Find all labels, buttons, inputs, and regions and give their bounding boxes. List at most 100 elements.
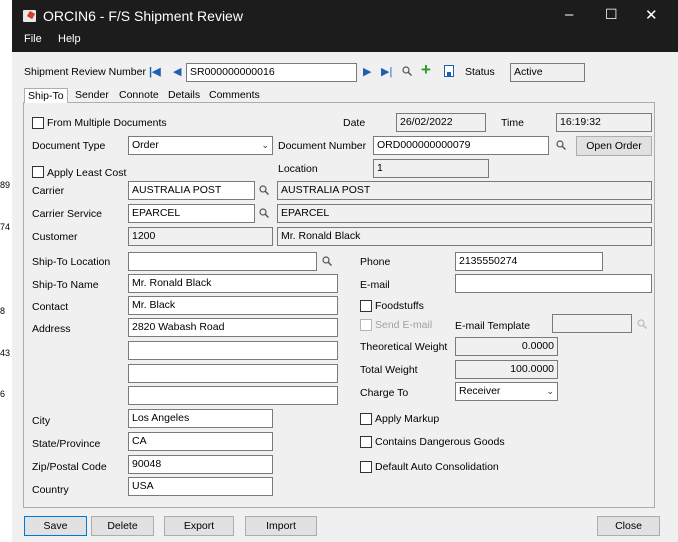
theoretical-weight-label: Theoretical Weight (360, 341, 448, 353)
save-record-icon[interactable] (444, 65, 454, 77)
email-label: E-mail (360, 279, 390, 291)
contact-label: Contact (32, 301, 69, 313)
email-template-label: E-mail Template (455, 320, 531, 332)
email-template-field (552, 314, 632, 333)
charge-to-value: Receiver (459, 385, 501, 397)
apply-least-cost-checkbox[interactable] (32, 166, 44, 178)
location-label: Location (278, 163, 318, 175)
date-field: 26/02/2022 (396, 113, 486, 132)
document-type-value: Order (132, 139, 159, 151)
margin-label: 74 (0, 222, 11, 232)
chevron-down-icon: ⌄ (546, 386, 554, 396)
document-number-input[interactable]: ORD000000000079 (373, 136, 549, 155)
close-window-button[interactable]: ✕ (645, 6, 658, 24)
time-label: Time (501, 117, 524, 129)
open-order-button[interactable]: Open Order (576, 136, 652, 156)
export-button[interactable]: Export (164, 516, 234, 536)
apply-markup-checkbox[interactable] (360, 413, 372, 425)
auto-consolidation-label: Default Auto Consolidation (375, 461, 499, 473)
foodstuffs-label: Foodstuffs (375, 300, 424, 312)
country-input[interactable]: USA (128, 477, 273, 496)
apply-markup-label: Apply Markup (375, 413, 440, 425)
state-province-label: State/Province (32, 438, 101, 450)
carrier-service-description: EPARCEL (277, 204, 652, 223)
margin-label: 43 (0, 348, 11, 358)
address-line-4-input[interactable] (128, 386, 338, 405)
address-line-1-input[interactable]: 2820 Wabash Road (128, 318, 338, 337)
ship-to-name-label: Ship-To Name (32, 279, 99, 291)
carrier-search-icon[interactable] (259, 185, 269, 195)
ship-to-name-input[interactable]: Mr. Ronald Black (128, 274, 338, 293)
margin-label: 89 (0, 180, 11, 190)
dangerous-goods-checkbox[interactable] (360, 436, 372, 448)
tab-sender[interactable]: Sender (72, 88, 112, 103)
last-record-icon[interactable]: ▶| (381, 65, 392, 78)
status-field: Active (510, 63, 585, 82)
shipment-review-number-label: Shipment Review Number (24, 66, 146, 78)
margin-label: 6 (0, 389, 6, 399)
margin-label: 8 (0, 306, 6, 316)
document-type-select[interactable]: Order ⌄ (128, 136, 273, 155)
foodstuffs-checkbox[interactable] (360, 300, 372, 312)
city-label: City (32, 415, 51, 427)
phone-label: Phone (360, 256, 391, 268)
theoretical-weight-field: 0.0000 (455, 337, 558, 356)
tab-comments[interactable]: Comments (206, 88, 263, 103)
customer-field: 1200 (128, 227, 273, 246)
phone-input[interactable]: 2135550274 (455, 252, 603, 271)
previous-record-icon[interactable]: ◀ (173, 65, 181, 78)
email-template-search-icon (637, 319, 647, 329)
address-line-3-input[interactable] (128, 364, 338, 383)
address-label: Address (32, 323, 71, 335)
time-field: 16:19:32 (556, 113, 652, 132)
zip-postal-code-input[interactable]: 90048 (128, 455, 273, 474)
app-icon (23, 10, 36, 22)
tab-details[interactable]: Details (165, 88, 203, 103)
tab-ship-to[interactable]: Ship-To (24, 88, 68, 103)
carrier-input[interactable]: AUSTRALIA POST (128, 181, 255, 200)
ship-to-location-input[interactable] (128, 252, 317, 271)
import-button[interactable]: Import (245, 516, 317, 536)
total-weight-label: Total Weight (360, 364, 418, 376)
chevron-down-icon: ⌄ (261, 140, 269, 150)
charge-to-label: Charge To (360, 387, 409, 399)
shipment-number-input[interactable]: SR000000000016 (186, 63, 357, 82)
document-number-search-icon[interactable] (556, 140, 566, 150)
add-icon[interactable]: + (421, 60, 431, 80)
country-label: Country (32, 484, 69, 496)
tab-connote[interactable]: Connote (116, 88, 162, 103)
from-multiple-documents-label: From Multiple Documents (47, 117, 167, 129)
email-input[interactable] (455, 274, 652, 293)
close-button[interactable]: Close (597, 516, 660, 536)
menu-file[interactable]: File (24, 33, 42, 45)
dangerous-goods-label: Contains Dangerous Goods (375, 436, 505, 448)
save-button[interactable]: Save (24, 516, 87, 536)
delete-button[interactable]: Delete (91, 516, 154, 536)
total-weight-field: 100.0000 (455, 360, 558, 379)
next-record-icon[interactable]: ▶ (363, 65, 371, 78)
charge-to-select[interactable]: Receiver ⌄ (455, 382, 558, 401)
state-province-input[interactable]: CA (128, 432, 273, 451)
document-type-label: Document Type (32, 140, 106, 152)
contact-input[interactable]: Mr. Black (128, 296, 338, 315)
location-field: 1 (373, 159, 489, 178)
auto-consolidation-checkbox[interactable] (360, 461, 372, 473)
first-record-icon[interactable]: |◀ (149, 65, 161, 78)
customer-description: Mr. Ronald Black (277, 227, 652, 246)
document-number-label: Document Number (278, 140, 367, 152)
minimize-button[interactable]: – (565, 6, 573, 23)
from-multiple-documents-checkbox[interactable] (32, 117, 44, 129)
apply-least-cost-label: Apply Least Cost (47, 167, 127, 179)
menu-help[interactable]: Help (58, 33, 81, 45)
maximize-button[interactable]: ☐ (605, 6, 618, 23)
address-line-2-input[interactable] (128, 341, 338, 360)
zip-postal-code-label: Zip/Postal Code (32, 461, 107, 473)
carrier-label: Carrier (32, 185, 65, 197)
carrier-service-search-icon[interactable] (259, 208, 269, 218)
carrier-service-input[interactable]: EPARCEL (128, 204, 255, 223)
search-icon[interactable] (402, 66, 412, 76)
ship-to-location-search-icon[interactable] (322, 256, 332, 266)
city-input[interactable]: Los Angeles (128, 409, 273, 428)
send-email-label: Send E-mail (375, 319, 433, 331)
date-label: Date (343, 117, 366, 129)
